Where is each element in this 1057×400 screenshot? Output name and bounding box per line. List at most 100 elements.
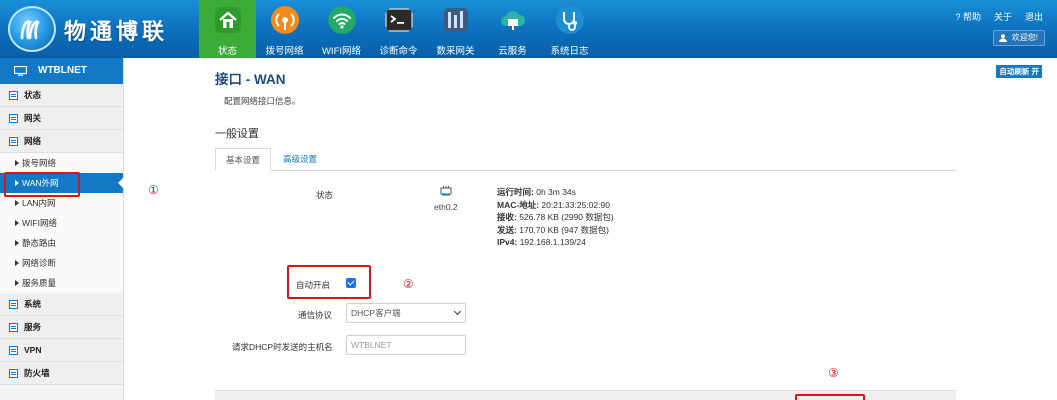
annotation-box-3: [795, 394, 865, 400]
welcome-badge: 欢迎您!: [992, 30, 1045, 46]
sidebar-label: 静态路由: [22, 238, 57, 248]
annotation-number-1: ①: [148, 183, 159, 197]
about-link[interactable]: 关于: [994, 10, 1012, 23]
nav-dialup[interactable]: 拨号网络: [256, 0, 313, 58]
sidebar-label: VPN: [24, 345, 42, 355]
sidebar-cat-status[interactable]: 状态: [0, 84, 123, 107]
nav-label: 拨号网络: [265, 46, 304, 57]
auto-refresh-toggle[interactable]: 自动刷新 开: [996, 65, 1042, 78]
logout-link[interactable]: 退出: [1025, 10, 1043, 23]
sidebar-label: 防火墙: [24, 368, 50, 378]
nav-label: 云服务: [498, 46, 527, 57]
nav-label: WIFI网络: [321, 46, 362, 57]
terminal-icon: [385, 8, 413, 32]
home-icon: [215, 7, 241, 33]
page-title: 接口 - WAN: [215, 72, 286, 87]
info-mac: MAC-地址: 20:21:33:25:02:90: [497, 199, 610, 210]
data-gateway-icon: [444, 8, 468, 32]
sidebar-cat-services[interactable]: 服务: [0, 316, 123, 339]
sidebar-item-qos[interactable]: 服务质量: [0, 273, 123, 293]
sidebar-item-dialup[interactable]: 拨号网络: [0, 153, 123, 173]
sidebar-header: WTBLNET: [0, 58, 123, 84]
ethernet-port-icon: [440, 186, 452, 196]
annotation-box-1: [4, 172, 80, 197]
sidebar-cat-firewall[interactable]: 防火墙: [0, 362, 123, 385]
nav-label: 系统日志: [550, 46, 589, 57]
hostname-label: 请求DHCP时发送的主机名: [232, 342, 333, 352]
nav-cloud[interactable]: 云服务: [484, 0, 541, 58]
annotation-number-3: ③: [828, 366, 839, 380]
nav-wifi[interactable]: WIFI网络: [313, 0, 370, 58]
section-title: 一般设置: [215, 128, 259, 140]
chevron-down-icon: [453, 307, 462, 316]
sidebar-label: 拨号网络: [22, 158, 57, 168]
sidebar-label: 状态: [24, 90, 42, 100]
list-icon: [9, 137, 18, 146]
settings-tabs: 基本设置 高级设置: [215, 148, 956, 171]
caret-right-icon: [15, 220, 19, 226]
main-nav: 状态 拨号网络 WIFI网络 诊断命令 数采网关 云服务 系统日志: [199, 0, 598, 58]
sidebar-label: WIFI网络: [22, 218, 57, 228]
protocol-value: DHCP客户端: [351, 308, 401, 318]
annotation-box-2: [287, 265, 371, 299]
sidebar-label: 网络: [24, 136, 42, 146]
annotation-number-2: ②: [403, 277, 414, 291]
caret-right-icon: [15, 260, 19, 266]
sidebar-cat-vpn[interactable]: VPN: [0, 339, 123, 362]
protocol-label: 通信协议: [298, 310, 333, 320]
status-label: 状态: [316, 190, 334, 200]
main-content: 自动刷新 开 接口 - WAN 配置网络接口信息。 一般设置 基本设置 高级设置…: [124, 58, 1057, 400]
nav-syslog[interactable]: 系统日志: [541, 0, 598, 58]
caret-right-icon: [15, 160, 19, 166]
brand-name: 物通博联: [64, 20, 169, 45]
caret-right-icon: [15, 200, 19, 206]
sidebar-label: 服务: [24, 322, 42, 332]
dialup-signal-icon: [271, 6, 299, 34]
user-icon: [998, 34, 1007, 42]
top-links: ? 帮助 关于 退出: [955, 10, 1043, 23]
interface-info: 运行时间: 0h 3m 34s MAC-地址: 20:21:33:25:02:9…: [497, 186, 614, 249]
nav-label: 数采网关: [436, 46, 475, 57]
help-link[interactable]: ? 帮助: [955, 10, 981, 23]
sidebar-label: 网关: [24, 113, 42, 123]
nav-data-gateway[interactable]: 数采网关: [427, 0, 484, 58]
sidebar-label: 网络诊断: [22, 258, 57, 268]
info-rx: 接收: 526.78 KB (2990 数据包): [497, 212, 614, 222]
nav-label: 诊断命令: [379, 46, 418, 57]
tab-advanced-settings[interactable]: 高级设置: [273, 148, 327, 171]
sidebar-cat-gateway[interactable]: 网关: [0, 107, 123, 130]
hostname-input[interactable]: WTBLNET: [346, 335, 466, 355]
tab-basic-settings[interactable]: 基本设置: [215, 148, 272, 171]
list-icon: [9, 369, 18, 378]
list-icon: [9, 114, 18, 123]
monitor-icon: [14, 66, 27, 76]
sidebar-label: LAN内网: [22, 198, 56, 208]
welcome-text: 欢迎您!: [1011, 33, 1038, 42]
sidebar-cat-network[interactable]: 网络: [0, 130, 123, 153]
top-header: 物通博联 状态 拨号网络 WIFI网络 诊断命令 数采网关 云服务 系统日志 ?…: [0, 0, 1057, 58]
protocol-select[interactable]: DHCP客户端: [346, 303, 466, 323]
list-icon: [9, 323, 18, 332]
stethoscope-icon: [556, 6, 584, 34]
sidebar-label: 系统: [24, 299, 42, 309]
info-ipv4: IPv4: 192.168.1.139/24: [497, 237, 586, 247]
info-uptime: 运行时间: 0h 3m 34s: [497, 187, 576, 197]
brand-logo-icon: [8, 6, 56, 52]
caret-right-icon: [15, 240, 19, 246]
cloud-service-icon: [501, 11, 526, 30]
nav-label: 状态: [217, 46, 237, 57]
sidebar: WTBLNET 状态 网关 网络 拨号网络 WAN外网 LAN内网 WIFI网络…: [0, 58, 124, 400]
sidebar-label: 服务质量: [22, 278, 57, 288]
sidebar-item-net-diagnostics[interactable]: 网络诊断: [0, 253, 123, 273]
caret-right-icon: [15, 280, 19, 286]
nav-diagnostics[interactable]: 诊断命令: [370, 0, 427, 58]
sidebar-cat-system[interactable]: 系统: [0, 293, 123, 316]
list-icon: [9, 346, 18, 355]
interface-name: eth0.2: [434, 202, 458, 212]
page-description: 配置网络接口信息。: [224, 96, 301, 106]
sidebar-item-wifi[interactable]: WIFI网络: [0, 213, 123, 233]
nav-status[interactable]: 状态: [199, 0, 256, 58]
list-icon: [9, 91, 18, 100]
sidebar-item-static-route[interactable]: 静态路由: [0, 233, 123, 253]
wifi-icon: [328, 6, 356, 34]
